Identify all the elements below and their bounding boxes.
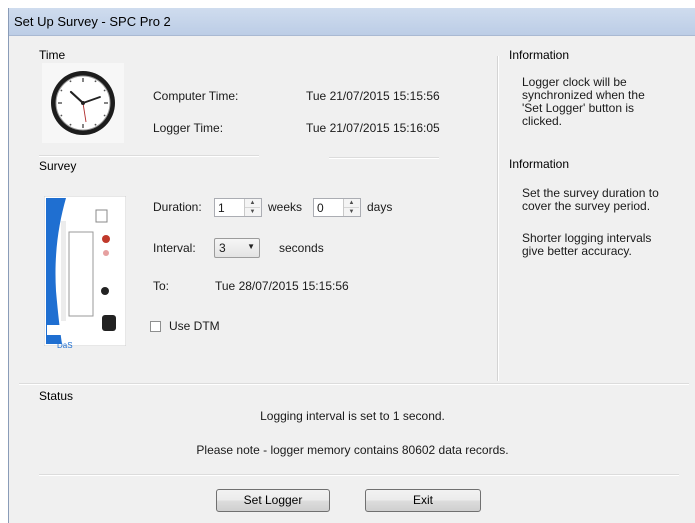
days-stepper[interactable]: 0 ▲ ▼ — [313, 198, 361, 217]
interval-unit-label: seconds — [279, 241, 324, 255]
info-time-header: Information — [509, 48, 570, 62]
weeks-stepper-buttons: ▲ ▼ — [244, 199, 261, 216]
days-value[interactable]: 0 — [317, 201, 324, 215]
weeks-up-arrow-icon[interactable]: ▲ — [245, 199, 260, 208]
weeks-value[interactable]: 1 — [218, 201, 225, 215]
survey-dialog: Set Up Survey - SPC Pro 2 Time Computer … — [8, 8, 695, 523]
interval-label: Interval: — [153, 241, 196, 255]
time-section-header: Time — [39, 48, 66, 62]
computer-time-value: Tue 21/07/2015 15:15:56 — [306, 89, 440, 103]
computer-time-label: Computer Time: — [153, 89, 239, 103]
set-logger-button[interactable]: Set Logger — [216, 489, 330, 512]
duration-label: Duration: — [153, 200, 202, 214]
days-unit-label: days — [367, 200, 393, 214]
use-dtm-label[interactable]: Use DTM — [169, 319, 220, 333]
interval-value: 3 — [219, 241, 226, 255]
time-divider — [39, 155, 259, 157]
days-stepper-buttons: ▲ ▼ — [343, 199, 360, 216]
button-divider — [39, 474, 679, 476]
chevron-down-icon: ▼ — [247, 242, 255, 251]
title-bar[interactable]: Set Up Survey - SPC Pro 2 — [9, 8, 695, 36]
to-value: Tue 28/07/2015 15:15:56 — [215, 279, 349, 293]
logger-time-value: Tue 21/07/2015 15:16:05 — [306, 121, 440, 135]
status-section-header: Status — [39, 389, 74, 403]
logger-time-label: Logger Time: — [153, 121, 224, 135]
use-dtm-checkbox[interactable] — [150, 321, 161, 332]
device-brand-label: DaS — [57, 341, 73, 350]
weeks-down-arrow-icon[interactable]: ▼ — [245, 208, 260, 216]
info-vertical-divider — [497, 56, 499, 381]
time-divider-right — [329, 157, 439, 159]
to-label: To: — [153, 279, 170, 293]
survey-section-header: Survey — [39, 159, 77, 173]
status-line-1: Logging interval is set to 1 second. — [260, 409, 445, 423]
weeks-stepper[interactable]: 1 ▲ ▼ — [214, 198, 262, 217]
dialog-client: Time Computer Time: Tue 21/07/2015 15:15… — [9, 36, 695, 523]
weeks-unit-label: weeks — [268, 200, 303, 214]
window-title: Set Up Survey - SPC Pro 2 — [14, 14, 171, 29]
info-survey-header: Information — [509, 157, 570, 171]
status-line-2: Please note - logger memory contains 806… — [196, 443, 509, 457]
info-survey-text-1: Set the survey duration to cover the sur… — [522, 186, 659, 213]
days-down-arrow-icon[interactable]: ▼ — [344, 208, 359, 216]
info-survey-text-2: Shorter logging intervals give better ac… — [522, 231, 652, 258]
exit-button[interactable]: Exit — [365, 489, 481, 512]
days-up-arrow-icon[interactable]: ▲ — [344, 199, 359, 208]
status-divider — [19, 383, 689, 385]
clock-icon — [42, 63, 124, 143]
logger-device-icon: DaS — [43, 195, 127, 350]
info-time-text: Logger clock will be synchronized when t… — [522, 75, 645, 128]
interval-select[interactable]: 3 ▼ — [214, 238, 260, 258]
